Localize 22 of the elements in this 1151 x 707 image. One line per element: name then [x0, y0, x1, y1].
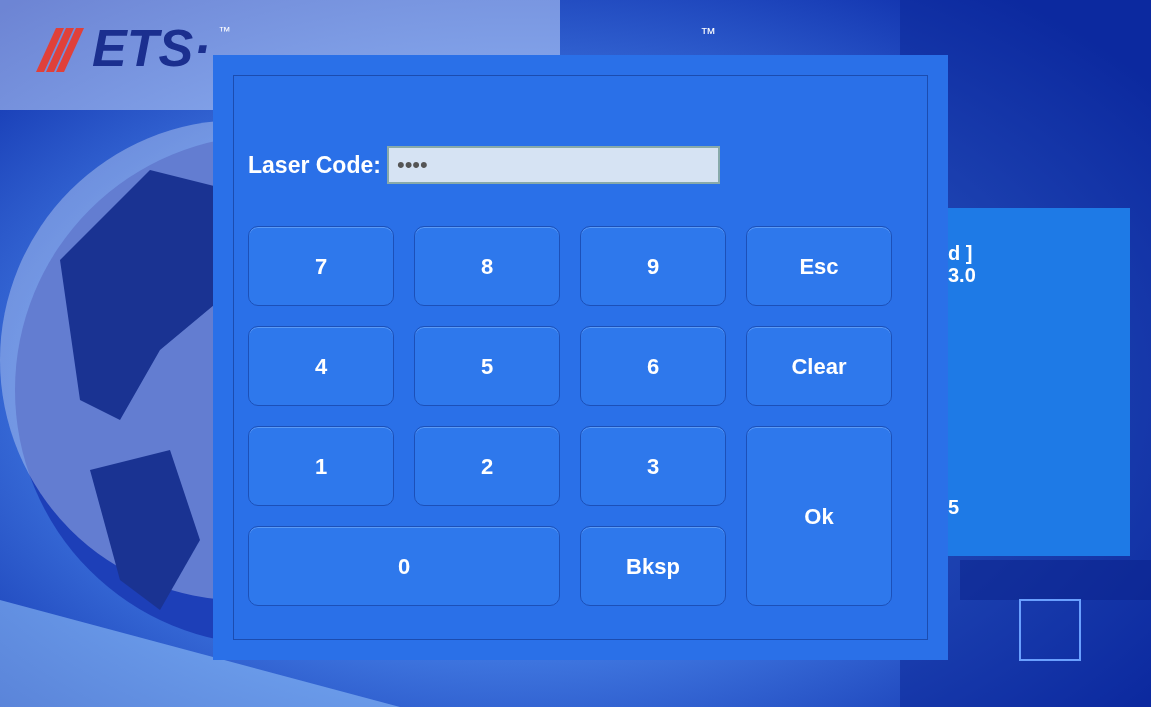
panel-text: d ] [948, 242, 974, 264]
keypad-key[interactable]: 1 [248, 426, 394, 506]
keypad-key[interactable]: 2 [414, 426, 560, 506]
trademark-mark: ™ [218, 23, 231, 40]
keypad-key[interactable]: 5 [414, 326, 560, 406]
panel-text: 3.0 [948, 264, 977, 286]
keypad-key[interactable]: 3 [580, 426, 726, 506]
keypad-key[interactable]: 6 [580, 326, 726, 406]
keypad-key[interactable]: Esc [746, 226, 892, 306]
trademark-mark: ™ [700, 24, 716, 44]
panel-text: 5 [948, 496, 961, 518]
input-field[interactable]: •••• [386, 146, 720, 184]
keypad-key[interactable]: 9 [580, 226, 726, 306]
keypad-key[interactable]: 7 [248, 226, 394, 306]
keypad-key[interactable]: Bksp [580, 526, 726, 606]
keypad-key[interactable]: Clear [746, 326, 892, 406]
keypad-key[interactable]: 8 [414, 226, 560, 306]
keypad-key[interactable]: Ok [746, 426, 892, 606]
keypad-key[interactable]: 4 [248, 326, 394, 406]
field-label: Laser Code: [248, 150, 381, 180]
keypad-key[interactable]: 0 [248, 526, 560, 606]
company-logo-text: ETS· [92, 22, 211, 74]
